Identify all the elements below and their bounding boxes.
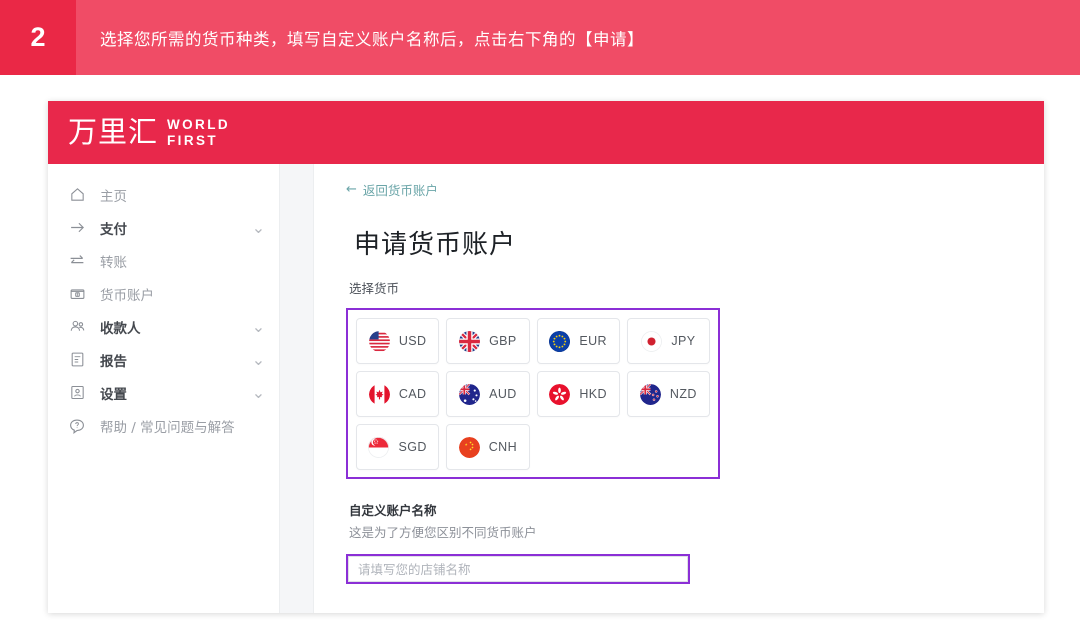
currency-code: GBP — [489, 334, 517, 348]
sidebar-item-label: 收款人 — [100, 320, 141, 337]
back-to-currency-accounts-link[interactable]: ← 返回货币账户 — [346, 180, 438, 199]
app-body: 主页 支付 ⌄ 转账 货币账户 收款人 ⌄ 报告 ⌄ 设置 ⌄ 帮助 / 常见问… — [48, 164, 1044, 613]
account-name-label: 自定义账户名称 — [349, 503, 437, 518]
transfer-icon — [64, 252, 90, 269]
account-name-annotation-box — [346, 554, 690, 584]
currency-code: CNH — [488, 440, 518, 454]
currency-code: NZD — [669, 387, 697, 401]
people-icon — [64, 318, 90, 335]
currency-code: CAD — [398, 387, 427, 401]
chevron-down-icon[interactable]: ⌄ — [252, 350, 265, 370]
gb-flag-icon — [459, 330, 481, 352]
nz-flag-icon — [639, 383, 661, 405]
currency-option-jpy[interactable]: JPY — [626, 318, 710, 364]
brand-name-en-line1: WORLD — [167, 117, 231, 133]
account-name-input[interactable] — [348, 556, 688, 582]
currency-code: EUR — [579, 334, 607, 348]
help-icon — [64, 417, 90, 435]
currency-option-sgd[interactable]: SGD — [356, 424, 440, 470]
ca-flag-icon — [368, 383, 390, 405]
sidebar: 主页 支付 ⌄ 转账 货币账户 收款人 ⌄ 报告 ⌄ 设置 ⌄ 帮助 / 常见问… — [48, 164, 280, 613]
currency-option-cad[interactable]: CAD — [356, 371, 440, 417]
sidebar-item-payees[interactable]: 收款人 ⌄ — [48, 310, 279, 343]
sidebar-content-divider — [280, 164, 314, 613]
chevron-down-icon[interactable]: ⌄ — [252, 317, 265, 337]
sidebar-item-label: 主页 — [100, 188, 127, 205]
hk-flag-icon — [549, 383, 571, 405]
currency-grid: USD GBP EUR JPY CAD AUD HKD NZD SGD CNH — [356, 318, 710, 470]
currency-option-aud[interactable]: AUD — [446, 371, 530, 417]
account-name-hint: 这是为了方便您区别不同货币账户 — [349, 525, 537, 540]
sidebar-item-label: 报告 — [100, 353, 127, 370]
jp-flag-icon — [641, 330, 663, 352]
sidebar-item-transfer[interactable]: 转账 — [48, 244, 279, 277]
home-icon — [64, 186, 90, 203]
sidebar-item-currency-accounts[interactable]: 货币账户 — [48, 277, 279, 310]
sidebar-item-label: 帮助 / 常见问题与解答 — [100, 419, 235, 436]
page-title: 申请货币账户 — [354, 230, 517, 260]
currency-code: JPY — [671, 334, 696, 348]
sidebar-item-label: 支付 — [100, 221, 127, 238]
currency-option-nzd[interactable]: NZD — [626, 371, 710, 417]
sidebar-item-label: 转账 — [100, 254, 127, 271]
sidebar-item-payments[interactable]: 支付 ⌄ — [48, 211, 279, 244]
sidebar-item-help[interactable]: 帮助 / 常见问题与解答 — [48, 409, 279, 442]
main-content: ← 返回货币账户 申请货币账户 选择货币 USD GBP EUR JPY CAD… — [314, 164, 1044, 613]
currency-code: SGD — [398, 440, 427, 454]
settings-person-icon — [64, 384, 90, 401]
sidebar-item-label: 设置 — [100, 386, 127, 403]
app-window: 万里汇 WORLD FIRST 主页 支付 ⌄ 转账 货币账户 收款人 ⌄ 报告… — [48, 101, 1044, 613]
app-header: 万里汇 WORLD FIRST — [48, 101, 1044, 164]
us-flag-icon — [368, 330, 390, 352]
arrow-left-icon: ← — [346, 182, 357, 197]
currency-option-eur[interactable]: EUR — [536, 318, 620, 364]
currency-grid-annotation-box: USD GBP EUR JPY CAD AUD HKD NZD SGD CNH — [346, 308, 720, 479]
currency-option-usd[interactable]: USD — [356, 318, 440, 364]
sidebar-item-home[interactable]: 主页 — [48, 178, 279, 211]
sidebar-item-settings[interactable]: 设置 ⌄ — [48, 376, 279, 409]
step-number-badge: 2 — [0, 0, 76, 75]
brand-name-en-line2: FIRST — [167, 132, 219, 148]
currency-option-gbp[interactable]: GBP — [446, 318, 530, 364]
sg-flag-icon — [368, 436, 390, 458]
currency-code: HKD — [579, 387, 607, 401]
report-icon — [64, 351, 90, 368]
eu-flag-icon — [549, 330, 571, 352]
chevron-down-icon[interactable]: ⌄ — [252, 383, 265, 403]
sidebar-item-reports[interactable]: 报告 ⌄ — [48, 343, 279, 376]
brand-name-en: WORLD FIRST — [167, 117, 230, 147]
instruction-text: 选择您所需的货币种类，填写自定义账户名称后，点击右下角的【申请】 — [100, 29, 644, 49]
au-flag-icon — [459, 383, 481, 405]
currency-code: USD — [398, 334, 427, 348]
sidebar-item-label: 货币账户 — [100, 287, 154, 304]
currency-option-cnh[interactable]: CNH — [446, 424, 530, 470]
back-link-label: 返回货币账户 — [362, 183, 438, 198]
cn-flag-icon — [458, 436, 480, 458]
brand-name-cn: 万里汇 — [68, 115, 159, 149]
brand-logo[interactable]: 万里汇 WORLD FIRST — [68, 117, 230, 147]
arrow-right-icon — [64, 219, 90, 236]
currency-code: AUD — [489, 387, 517, 401]
instruction-text-container: 选择您所需的货币种类，填写自定义账户名称后，点击右下角的【申请】 — [76, 0, 1080, 75]
money-box-icon — [64, 285, 90, 302]
select-currency-label: 选择货币 — [349, 281, 400, 296]
currency-option-hkd[interactable]: HKD — [536, 371, 620, 417]
chevron-down-icon[interactable]: ⌄ — [252, 218, 265, 238]
instruction-banner: 2 选择您所需的货币种类，填写自定义账户名称后，点击右下角的【申请】 — [0, 0, 1080, 75]
